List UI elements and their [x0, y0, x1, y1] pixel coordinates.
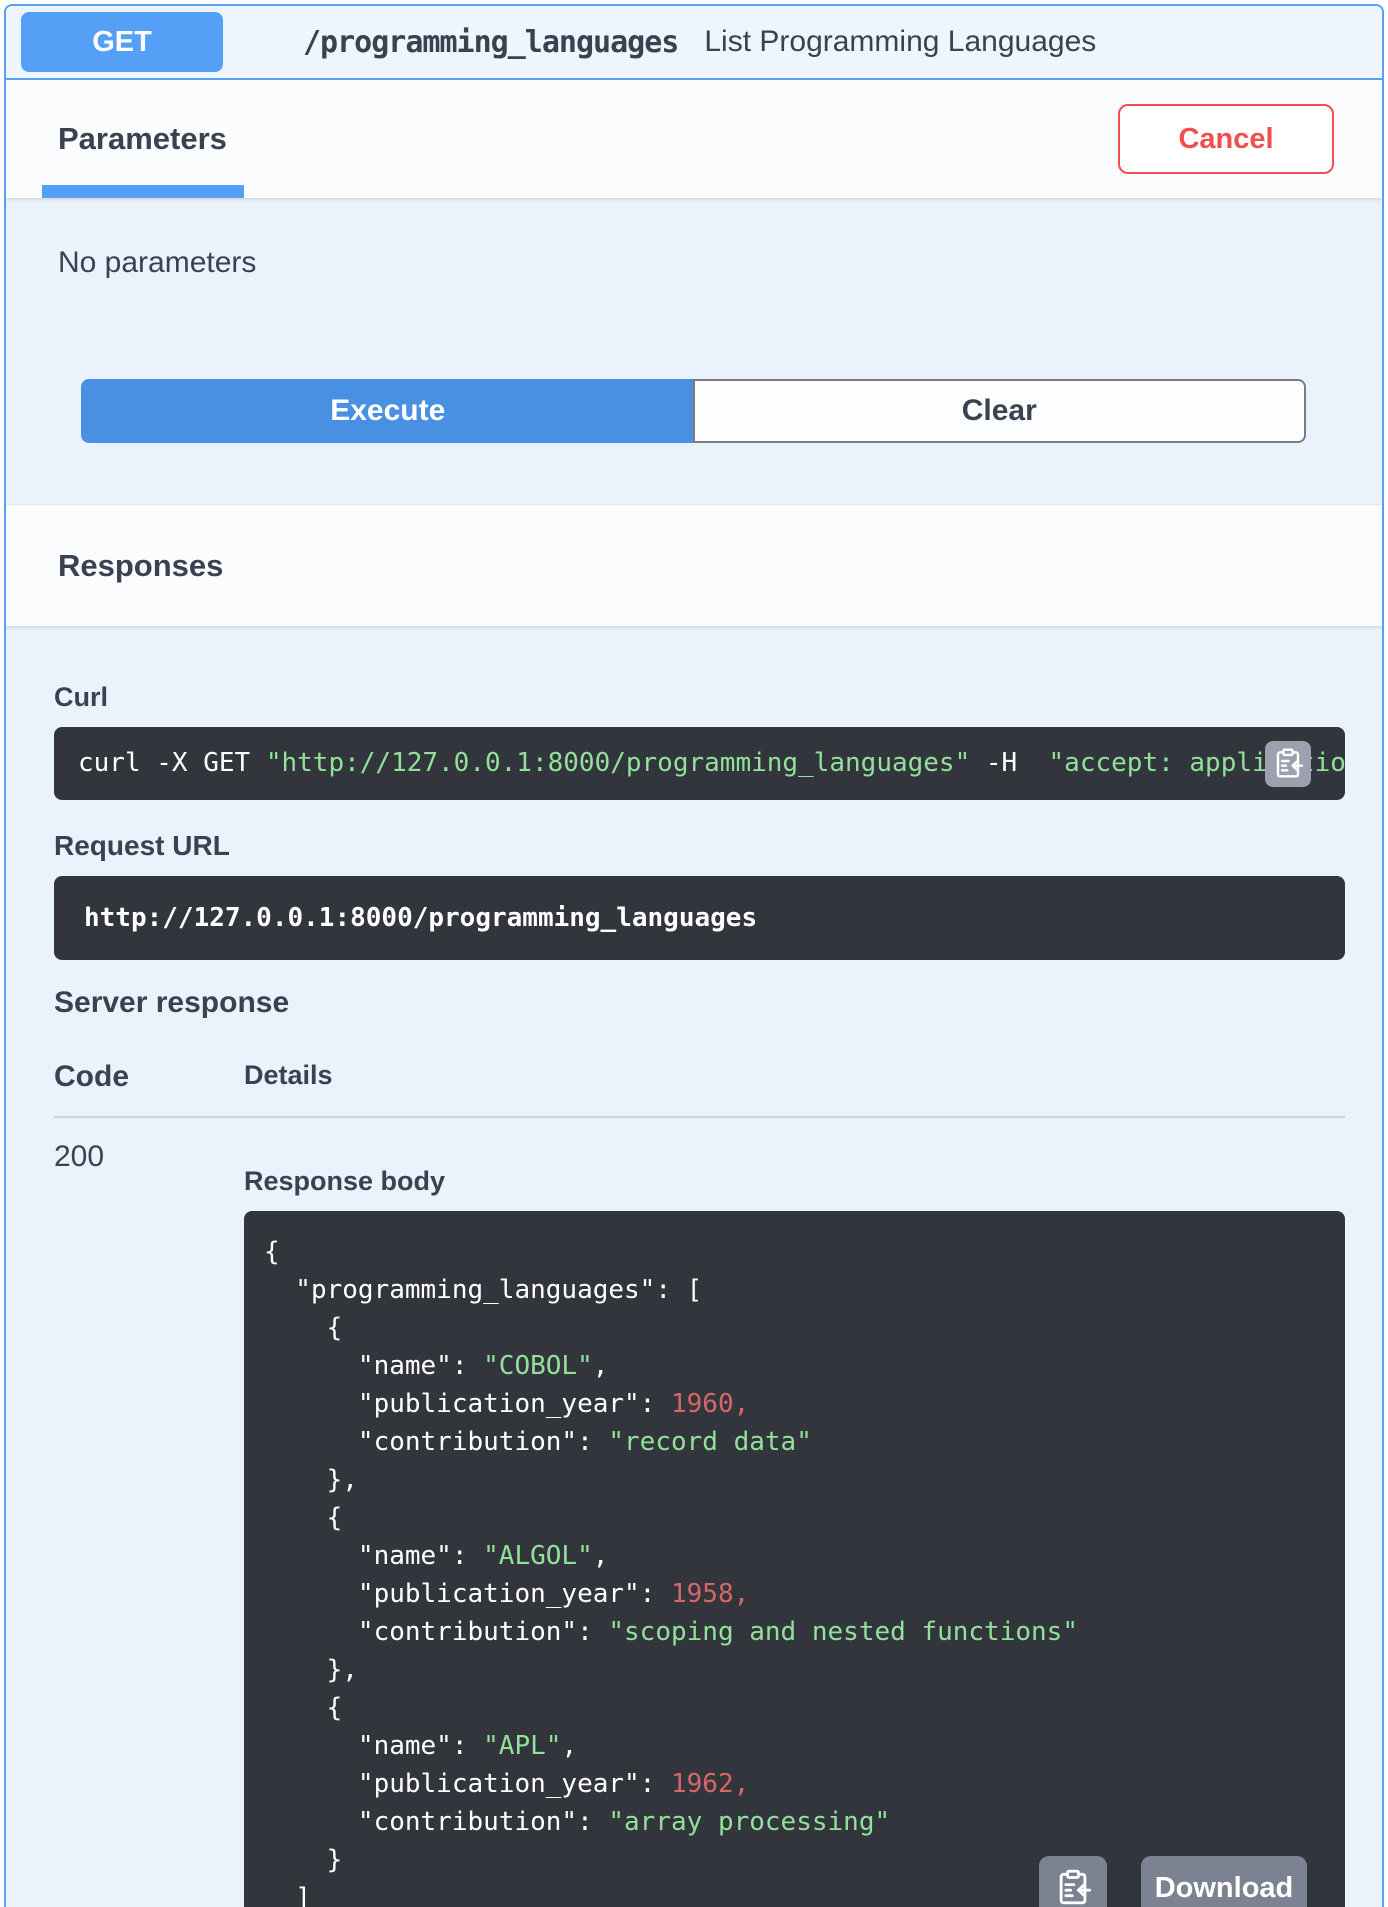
endpoint-path: /programming_languages [303, 24, 679, 60]
copy-curl-button[interactable] [1265, 741, 1311, 787]
curl-label: Curl [54, 682, 108, 712]
swagger-operation-page: GET /programming_languages List Programm… [0, 0, 1388, 1907]
download-button[interactable]: Download [1141, 1856, 1307, 1907]
operation-summary[interactable]: GET /programming_languages List Programm… [6, 6, 1382, 80]
responses-section-header: Responses [6, 504, 1382, 626]
copy-response-button[interactable] [1039, 1856, 1107, 1907]
server-response-label: Server response [54, 986, 290, 1019]
responses-title: Responses [58, 547, 224, 583]
responses-body: Curl curl -X GET "http://127.0.0.1:8000/… [6, 682, 1382, 1907]
clear-button[interactable]: Clear [692, 379, 1306, 443]
clipboard-copy-icon [1054, 1868, 1092, 1907]
response-body-json: { "programming_languages": [ { "name": "… [264, 1237, 1078, 1907]
method-badge: GET [21, 12, 223, 72]
response-row-200: 200 Response body { "programming_languag… [54, 1140, 1345, 1907]
table-divider [54, 1116, 1345, 1118]
endpoint-description: List Programming Languages [704, 25, 1097, 58]
request-url-value: http://127.0.0.1:8000/programming_langua… [84, 903, 758, 933]
execute-button-group: Execute Clear [81, 379, 1306, 443]
request-url-label: Request URL [54, 830, 230, 861]
active-tab-underline [42, 185, 244, 198]
code-column-header: Code [54, 1060, 129, 1093]
request-url-block: http://127.0.0.1:8000/programming_langua… [54, 876, 1345, 960]
parameters-section-header: Parameters Cancel [6, 80, 1382, 198]
response-body-block: { "programming_languages": [ { "name": "… [244, 1211, 1345, 1907]
details-column-header: Details [244, 1060, 333, 1090]
response-body-controls: Download [1039, 1856, 1307, 1907]
opblock-get: GET /programming_languages List Programm… [4, 4, 1384, 1907]
execute-button[interactable]: Execute [81, 379, 693, 443]
tab-parameters[interactable]: Parameters [58, 121, 227, 157]
curl-command: curl -X GET "http://127.0.0.1:8000/progr… [78, 748, 1345, 778]
cancel-button[interactable]: Cancel [1118, 104, 1334, 174]
response-table-header: Code Details [54, 1060, 1345, 1094]
curl-command-block: curl -X GET "http://127.0.0.1:8000/progr… [54, 727, 1345, 800]
clipboard-copy-icon [1272, 747, 1304, 782]
no-parameters-message: No parameters [58, 246, 257, 279]
response-details-cell: Response body { "programming_languages":… [244, 1140, 1345, 1907]
response-body-label: Response body [244, 1166, 446, 1196]
status-code: 200 [54, 1140, 105, 1173]
